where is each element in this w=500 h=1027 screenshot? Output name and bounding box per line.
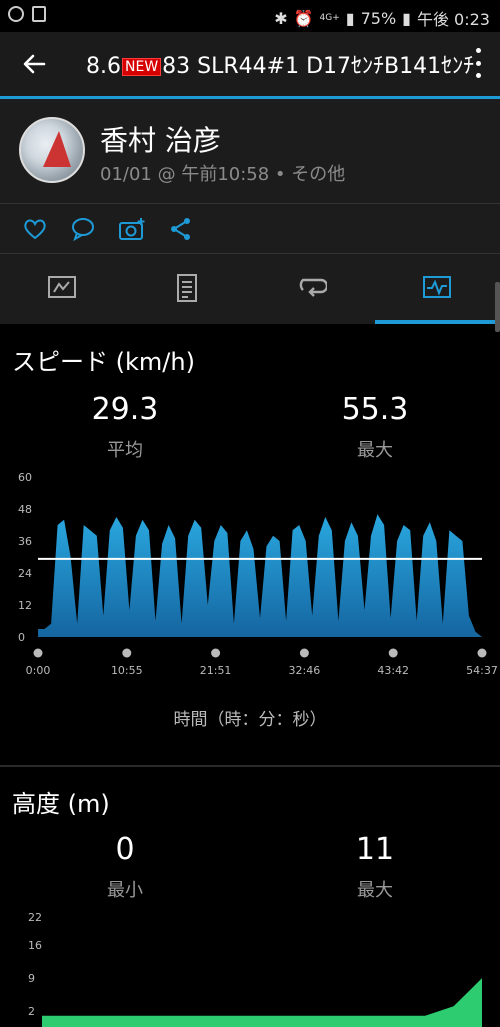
- speed-title: スピード (km/h): [12, 348, 195, 376]
- elevation-min-value: 0: [115, 832, 135, 867]
- user-name: 香村 治彦: [100, 124, 221, 157]
- y-tick-label: 22: [28, 911, 42, 924]
- speed-avg-label: 平均: [107, 440, 143, 461]
- elevation-min-label: 最小: [107, 880, 143, 901]
- y-tick-label: 16: [28, 939, 42, 952]
- y-tick-label: 24: [18, 567, 32, 580]
- share-icon[interactable]: [168, 216, 194, 242]
- elevation-area: [42, 978, 482, 1027]
- clock: 午後 0:23: [416, 10, 490, 29]
- x-tick-label: 43:42: [377, 664, 409, 677]
- tab-laps[interactable]: [250, 254, 375, 324]
- like-icon[interactable]: [22, 216, 48, 242]
- new-badge: NEW: [122, 58, 162, 76]
- y-tick-label: 12: [18, 599, 32, 612]
- alarm-icon: ⏰: [293, 8, 314, 28]
- bluetooth-icon: ✱: [274, 8, 288, 28]
- signal-icon: ▮: [345, 8, 355, 28]
- speed-avg-value: 29.3: [91, 392, 159, 427]
- battery-percent: 75%: [360, 8, 397, 28]
- add-photo-icon[interactable]: [118, 216, 145, 242]
- title-prefix: 8.6: [86, 54, 121, 79]
- y-tick-label: 36: [18, 535, 32, 548]
- x-tick-dot: [211, 648, 221, 658]
- activity-meta: 01/01 @ 午前10:58 • その他: [100, 164, 346, 185]
- tab-overview[interactable]: [0, 254, 125, 324]
- y-tick-label: 2: [28, 1005, 35, 1018]
- x-tick-dot: [122, 648, 132, 658]
- scrollbar[interactable]: [495, 282, 500, 332]
- x-tick-dot: [299, 648, 309, 658]
- screenshot-icon: [32, 6, 46, 22]
- speed-max-label: 最大: [357, 440, 393, 461]
- tab-charts[interactable]: [375, 254, 500, 324]
- y-tick-label: 0: [18, 631, 25, 644]
- tab-details[interactable]: [125, 254, 250, 324]
- x-tick-label: 10:55: [111, 664, 143, 677]
- y-tick-label: 48: [18, 503, 32, 516]
- x-axis-title: 時間（時：分：秒）: [173, 710, 327, 730]
- x-tick-dot: [388, 648, 398, 658]
- x-tick-label: 21:51: [200, 664, 232, 677]
- status-bar: ✱ ⏰ 4G+ ▮ 75% ▮ 午後 0:23: [0, 0, 500, 32]
- overview-icon: [48, 276, 76, 298]
- x-tick-label: 54:37: [466, 664, 498, 677]
- y-tick-label: 60: [18, 471, 32, 484]
- x-tick-dot: [33, 648, 43, 658]
- profile-header: 香村 治彦 01/01 @ 午前10:58 • その他: [0, 99, 500, 203]
- battery-icon: ▮: [402, 8, 411, 28]
- elevation-chart: 22 16 9 2: [28, 911, 482, 1027]
- action-bar: [0, 204, 500, 253]
- line-app-icon: [8, 6, 24, 22]
- elevation-max-value: 11: [355, 832, 395, 867]
- comment-icon[interactable]: [70, 216, 96, 242]
- active-tab-indicator: [375, 320, 500, 324]
- tab-bar: [0, 254, 500, 324]
- x-tick-label: 32:46: [289, 664, 321, 677]
- more-vert-icon[interactable]: [474, 48, 482, 78]
- speed-max-value: 55.3: [341, 392, 409, 427]
- x-tick-label: 0:00: [26, 664, 51, 677]
- speed-chart: 60 48 36 24 12 0 0:00 10:55 21:51 32:46 43:42 54:37: [18, 471, 498, 677]
- speed-area: [38, 514, 482, 637]
- network-type: 4G+: [319, 13, 340, 23]
- section-divider: [0, 765, 500, 767]
- x-tick-dot: [477, 648, 487, 658]
- charts-icon: [423, 276, 451, 298]
- app-bar: 8.6 NEW 83 SLR44#1 D17ｾﾝﾁB141ｾﾝﾁ: [0, 32, 500, 96]
- elevation-max-label: 最大: [357, 880, 393, 901]
- title-suffix: 83 SLR44#1 D17ｾﾝﾁB141ｾﾝﾁ: [162, 54, 475, 79]
- y-tick-label: 9: [28, 972, 35, 985]
- back-arrow-icon[interactable]: [20, 50, 48, 78]
- activity-title: 8.6 NEW 83 SLR44#1 D17ｾﾝﾁB141ｾﾝﾁ: [86, 48, 474, 80]
- avatar[interactable]: [19, 117, 85, 183]
- laps-icon: [299, 278, 327, 297]
- details-icon: [177, 274, 197, 302]
- elevation-title: 高度 (m): [12, 790, 110, 818]
